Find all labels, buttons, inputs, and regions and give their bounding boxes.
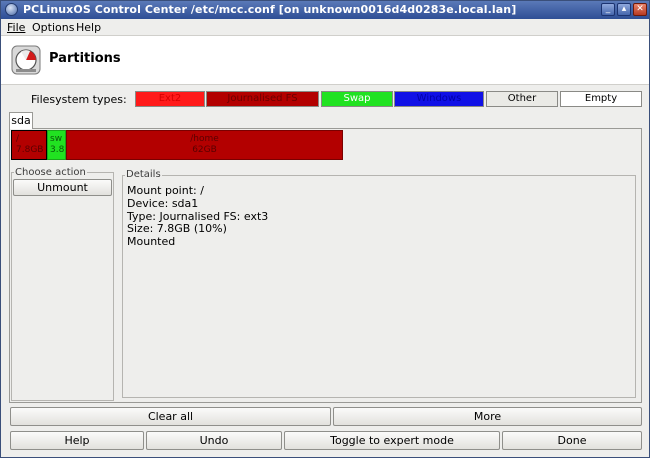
menu-help-label: Help bbox=[76, 21, 102, 34]
partition-swap[interactable]: sw 3.8 bbox=[47, 130, 66, 160]
maximize-icon[interactable]: ▴ bbox=[617, 3, 631, 16]
menu-help[interactable]: Help bbox=[76, 21, 101, 34]
partition-home-size: 62GB bbox=[192, 145, 217, 155]
fs-type-other[interactable]: Other bbox=[486, 91, 558, 107]
app-icon[interactable] bbox=[5, 3, 18, 16]
title-bar[interactable]: PCLinuxOS Control Center /etc/mcc.conf [… bbox=[1, 1, 649, 19]
page-header: Partitions bbox=[1, 35, 649, 85]
detail-size: Size: 7.8GB (10%) bbox=[127, 222, 227, 235]
more-button[interactable]: More bbox=[333, 407, 642, 426]
menu-bar: File Options Help bbox=[1, 19, 649, 35]
partition-swap-mount: sw bbox=[50, 134, 63, 144]
menu-file-label: File bbox=[7, 21, 26, 34]
fs-type-journalised[interactable]: Journalised FS bbox=[206, 91, 319, 107]
undo-button[interactable]: Undo bbox=[146, 431, 282, 450]
close-icon[interactable]: ✕ bbox=[633, 3, 647, 16]
done-button[interactable]: Done bbox=[502, 431, 642, 450]
detail-mount-point: Mount point: / bbox=[127, 184, 204, 197]
detail-device: Device: sda1 bbox=[127, 197, 199, 210]
disk-pie-icon bbox=[11, 45, 41, 75]
toggle-expert-mode-button[interactable]: Toggle to expert mode bbox=[284, 431, 500, 450]
partition-root-size: 7.8GB bbox=[16, 145, 44, 155]
fs-type-swap[interactable]: Swap bbox=[321, 91, 393, 107]
fs-type-empty[interactable]: Empty bbox=[560, 91, 642, 107]
fs-type-ext2[interactable]: Ext2 bbox=[135, 91, 205, 107]
detail-status: Mounted bbox=[127, 235, 176, 248]
menu-file[interactable]: File bbox=[7, 21, 25, 34]
partition-swap-size: 3.8 bbox=[50, 145, 65, 155]
tab-sda[interactable]: sda bbox=[9, 112, 33, 129]
page-title: Partitions bbox=[49, 51, 121, 66]
menu-options[interactable]: Options bbox=[32, 21, 74, 34]
fs-type-windows[interactable]: Windows bbox=[394, 91, 484, 107]
help-button[interactable]: Help bbox=[10, 431, 144, 450]
partition-root[interactable]: / 7.8GB bbox=[11, 130, 47, 160]
clear-all-button[interactable]: Clear all bbox=[10, 407, 331, 426]
details-group: Details bbox=[122, 169, 636, 398]
unmount-button[interactable]: Unmount bbox=[13, 179, 112, 196]
window-title: PCLinuxOS Control Center /etc/mcc.conf [… bbox=[23, 3, 517, 16]
choose-action-group: Choose action bbox=[11, 167, 114, 401]
minimize-icon[interactable]: _ bbox=[601, 3, 615, 16]
partition-home-mount: /home bbox=[190, 134, 219, 144]
choose-action-legend: Choose action bbox=[14, 167, 87, 178]
main-window: PCLinuxOS Control Center /etc/mcc.conf [… bbox=[0, 0, 650, 458]
filesystem-types-label: Filesystem types: bbox=[31, 93, 127, 106]
menu-options-label: Options bbox=[32, 21, 75, 34]
partition-home[interactable]: /home 62GB bbox=[66, 130, 343, 160]
details-legend: Details bbox=[125, 169, 162, 180]
partition-root-mount: / bbox=[16, 134, 20, 144]
